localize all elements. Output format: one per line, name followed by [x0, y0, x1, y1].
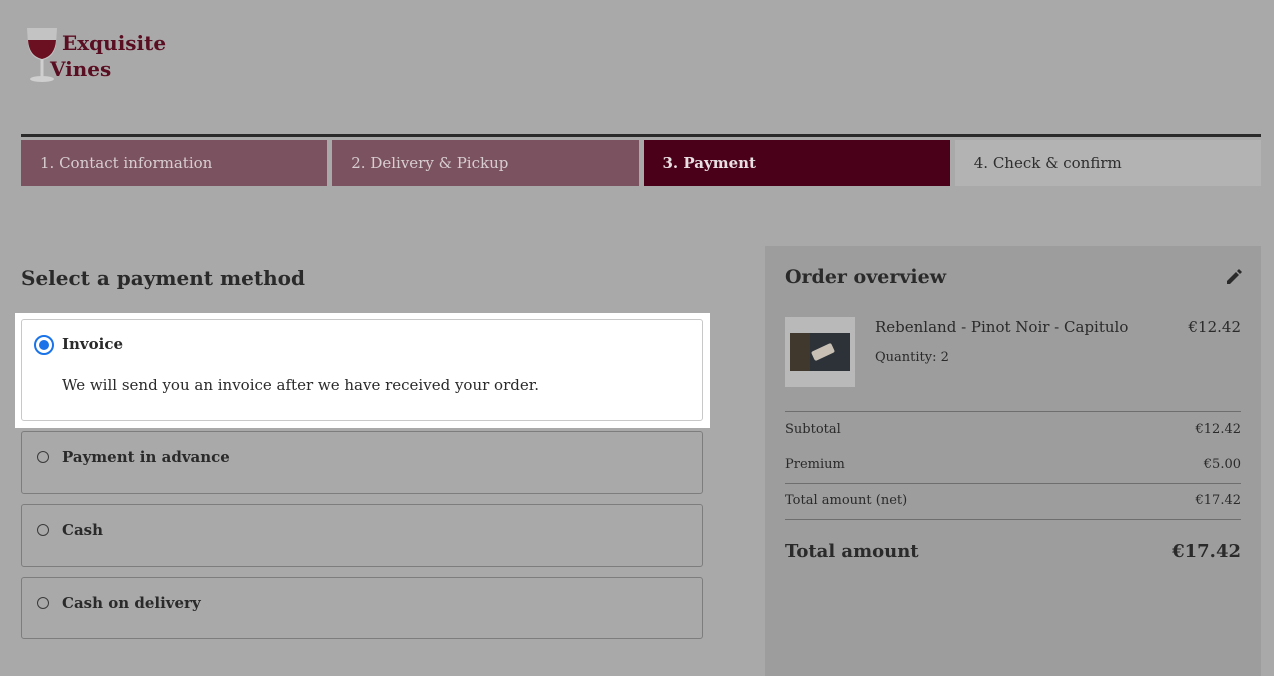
payment-option-label: Cash	[62, 521, 104, 539]
brand-logo[interactable]: Exquisite Vines	[24, 26, 184, 86]
divider	[785, 411, 1241, 412]
product-image	[790, 333, 850, 371]
subtotal-row: Subtotal €12.42	[785, 422, 1241, 437]
brand-name: Exquisite Vines	[50, 30, 167, 82]
step-label: 2. Delivery & Pickup	[351, 154, 509, 172]
radio-button-checked[interactable]	[34, 335, 54, 355]
pencil-icon[interactable]	[1225, 268, 1243, 286]
checkout-steps: 1. Contact information 2. Delivery & Pic…	[21, 140, 1261, 186]
total-label: Total amount	[785, 541, 919, 562]
subtotal-value: €12.42	[1195, 422, 1242, 437]
product-price: €12.42	[1188, 318, 1242, 336]
product-name: Rebenland - Pinot Noir - Capitulo	[875, 318, 1129, 336]
net-total-row: Total amount (net) €17.42	[785, 493, 1241, 508]
step-label: 4. Check & confirm	[973, 154, 1122, 172]
brand-line-2: Vines	[50, 57, 112, 81]
step-label: 3. Payment	[662, 154, 756, 172]
product-thumbnail[interactable]	[785, 317, 855, 387]
payment-option-advance[interactable]: Payment in advance	[21, 431, 703, 494]
total-value: €17.42	[1172, 541, 1241, 562]
payment-method-title: Select a payment method	[21, 266, 305, 290]
steps-divider	[21, 134, 1261, 137]
step-delivery-pickup[interactable]: 2. Delivery & Pickup	[332, 140, 639, 186]
payment-option-label: Payment in advance	[62, 448, 230, 466]
product-quantity: Quantity: 2	[875, 350, 949, 365]
payment-option-label: Cash on delivery	[62, 594, 201, 612]
divider	[785, 519, 1241, 520]
net-total-label: Total amount (net)	[785, 493, 908, 508]
net-total-value: €17.42	[1195, 493, 1242, 508]
brand-line-1: Exquisite	[62, 31, 167, 55]
total-row: Total amount €17.42	[785, 541, 1241, 562]
payment-option-label: Invoice	[62, 335, 124, 353]
step-contact-information[interactable]: 1. Contact information	[21, 140, 328, 186]
payment-option-cash[interactable]: Cash	[21, 504, 703, 567]
radio-button[interactable]	[37, 451, 49, 463]
premium-label: Premium	[785, 457, 845, 472]
payment-option-description: We will send you an invoice after we hav…	[62, 376, 540, 394]
order-overview-title: Order overview	[785, 266, 947, 288]
order-overview-panel: Order overview Rebenland - Pinot Noir - …	[765, 246, 1261, 676]
radio-button[interactable]	[37, 597, 49, 609]
payment-option-invoice[interactable]: Invoice We will send you an invoice afte…	[21, 319, 703, 421]
step-label: 1. Contact information	[40, 154, 213, 172]
radio-button[interactable]	[37, 524, 49, 536]
payment-option-cash-on-delivery[interactable]: Cash on delivery	[21, 577, 703, 639]
divider	[785, 483, 1241, 484]
step-payment[interactable]: 3. Payment	[643, 140, 950, 186]
premium-row: Premium €5.00	[785, 457, 1241, 472]
step-check-confirm: 4. Check & confirm	[954, 140, 1261, 186]
premium-value: €5.00	[1203, 457, 1241, 472]
subtotal-label: Subtotal	[785, 422, 841, 437]
